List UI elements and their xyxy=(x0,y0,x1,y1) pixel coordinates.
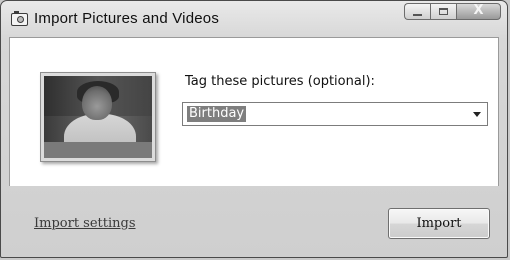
import-settings-link[interactable]: Import settings xyxy=(34,216,136,231)
chevron-down-icon[interactable] xyxy=(473,112,481,117)
thumbnail-image xyxy=(44,76,152,158)
close-button[interactable]: X xyxy=(456,3,501,20)
camera-icon xyxy=(11,11,28,26)
photo-thumbnail xyxy=(40,72,156,162)
caption-buttons: X xyxy=(404,3,501,22)
minimize-icon xyxy=(413,14,422,16)
tag-input-value[interactable]: Birthday xyxy=(187,106,247,122)
minimize-button[interactable] xyxy=(404,3,430,20)
maximize-icon xyxy=(439,8,448,15)
content-panel: Tag these pictures (optional): Birthday xyxy=(9,37,499,186)
import-dialog-window: Import Pictures and Videos X Tag these p… xyxy=(0,0,508,258)
title-bar[interactable]: Import Pictures and Videos X xyxy=(1,1,507,37)
close-icon: X xyxy=(473,3,484,18)
window-title: Import Pictures and Videos xyxy=(34,10,220,27)
tag-combobox[interactable]: Birthday xyxy=(182,102,488,126)
import-button[interactable]: Import xyxy=(388,208,490,239)
maximize-button[interactable] xyxy=(430,3,456,20)
tag-label: Tag these pictures (optional): xyxy=(185,74,375,89)
footer-bar: Import settings Import xyxy=(9,186,499,250)
